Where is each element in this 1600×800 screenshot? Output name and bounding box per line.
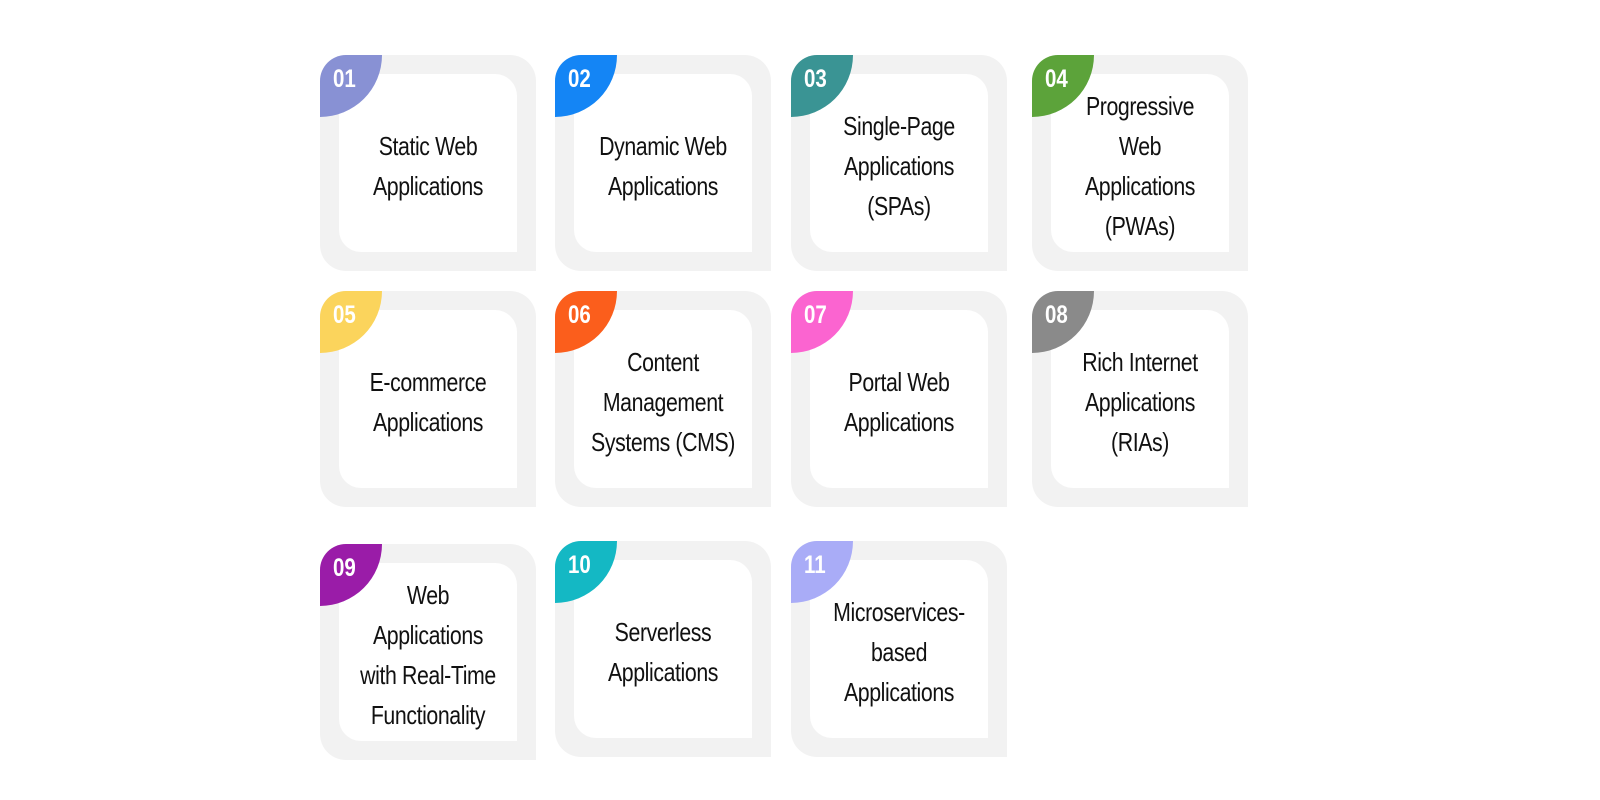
card-title: Dynamic Web Applications [599,131,727,201]
card-title: Rich Internet Applications (RIAs) [1082,347,1198,457]
card-title: Single-Page Applications (SPAs) [843,111,955,221]
card-title: Progressive Web Applications (PWAs) [1084,91,1196,241]
card-title: Web Applications with Real-Time Function… [360,580,496,730]
card-body: Microservices-based Applications [810,560,988,738]
card-body: Single-Page Applications (SPAs) [810,74,988,252]
card-number: 02 [568,65,591,93]
card-body: Static Web Applications [339,74,517,252]
card-body: E-commerce Applications [339,310,517,488]
card-title: Content Management Systems (CMS) [591,347,735,457]
app-type-card: Portal Web Applications 07 [791,291,1007,507]
card-title: Portal Web Applications [843,367,955,437]
card-body: Web Applications with Real-Time Function… [339,563,517,741]
card-number: 05 [333,301,356,329]
card-body: Content Management Systems (CMS) [574,310,752,488]
card-title: E-commerce Applications [369,367,487,437]
card-number: 08 [1045,301,1068,329]
app-type-card: Microservices-based Applications 11 [791,541,1007,757]
card-number: 10 [568,551,591,579]
card-title: Microservices-based Applications [833,597,965,707]
app-type-card: E-commerce Applications 05 [320,291,536,507]
app-type-card: Progressive Web Applications (PWAs) 04 [1032,55,1248,271]
card-body: Portal Web Applications [810,310,988,488]
card-number: 07 [804,301,827,329]
card-title: Static Web Applications [372,131,484,201]
app-type-card: Serverless Applications 10 [555,541,771,757]
card-number: 03 [804,65,827,93]
card-body: Rich Internet Applications (RIAs) [1051,310,1229,488]
app-type-card: Web Applications with Real-Time Function… [320,544,536,760]
card-body: Serverless Applications [574,560,752,738]
card-body: Progressive Web Applications (PWAs) [1051,74,1229,252]
app-type-card: Content Management Systems (CMS) 06 [555,291,771,507]
app-type-card: Rich Internet Applications (RIAs) 08 [1032,291,1248,507]
card-number: 11 [804,551,826,579]
card-body: Dynamic Web Applications [574,74,752,252]
app-type-card: Single-Page Applications (SPAs) 03 [791,55,1007,271]
card-number: 06 [568,301,591,329]
card-number: 01 [333,65,356,93]
card-title: Serverless Applications [607,617,719,687]
card-number: 04 [1045,65,1068,93]
app-type-card: Dynamic Web Applications 02 [555,55,771,271]
card-number: 09 [333,554,356,582]
app-type-card: Static Web Applications 01 [320,55,536,271]
